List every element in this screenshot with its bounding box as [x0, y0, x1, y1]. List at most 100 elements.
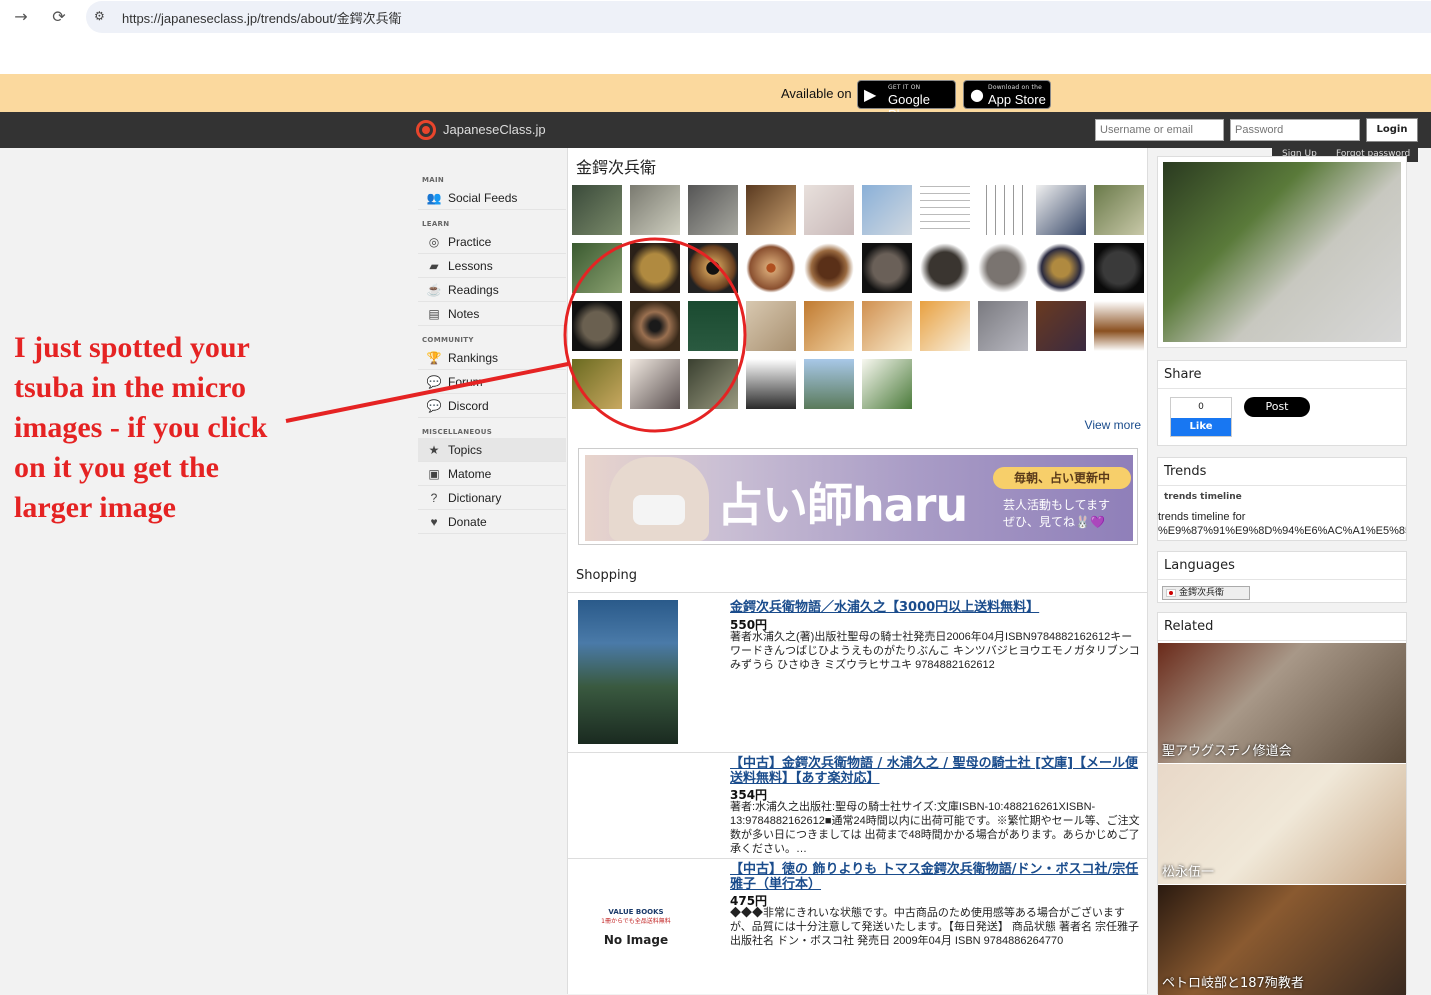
sidebar-head-misc: MISCELLANEOUS	[422, 428, 493, 436]
image-thumb[interactable]	[1094, 185, 1144, 235]
app-store-badge[interactable]: ● Download on the App Store	[963, 80, 1051, 109]
topic-hero-image[interactable]	[1163, 162, 1401, 342]
sidebar-item-forum[interactable]: 💬 Forum	[418, 370, 566, 394]
image-thumb[interactable]	[920, 185, 970, 235]
image-thumb[interactable]	[572, 359, 622, 409]
sidebar-item-topics[interactable]: ★ Topics	[418, 438, 566, 462]
shop-item-title[interactable]: 【中古】徳の 飾りよりも トマス金鍔次兵衛物語/ドン・ボスコ社/宗任雅子（単行本…	[730, 862, 1140, 892]
fb-like-count: 0	[1198, 402, 1204, 412]
image-thumb[interactable]	[862, 359, 912, 409]
image-thumb[interactable]	[978, 185, 1028, 235]
image-thumb[interactable]	[920, 301, 970, 351]
tsuba-thumb[interactable]	[688, 243, 738, 293]
no-image-placeholder[interactable]: VALUE BOOKS 1冊からでも全品送料無料 No Image	[596, 908, 676, 947]
topic-hero-image-frame	[1157, 156, 1407, 348]
shop-item: 【中古】金鍔次兵衛物語 / 水浦久之 / 聖母の騎士社 [文庫]【メール便送料無…	[568, 754, 1147, 858]
related-card[interactable]: ペトロ岐部と187殉教者	[1158, 885, 1406, 995]
book-icon: ▰	[429, 258, 439, 273]
tsuba-thumb[interactable]	[630, 301, 680, 351]
ad-mask-shape	[633, 495, 685, 525]
shop-item-title[interactable]: 金鍔次兵衛物語／水浦久之【3000円以上送料無料】	[730, 600, 1140, 615]
fb-like-button[interactable]: Like	[1171, 418, 1231, 436]
tsuba-thumb[interactable]	[978, 243, 1028, 293]
image-thumb[interactable]	[1036, 185, 1086, 235]
sidebar-item-label: Social Feeds	[448, 190, 518, 205]
sidebar-item-label: Dictionary	[448, 490, 502, 505]
app-store-small-text: Download on the	[988, 84, 1042, 91]
image-thumb[interactable]	[688, 301, 738, 351]
language-label: 金鍔次兵衛	[1179, 588, 1225, 598]
reload-icon[interactable]: ⟳	[48, 6, 70, 28]
sidebar-item-rankings[interactable]: 🏆 Rankings	[418, 346, 566, 370]
related-card-label: ペトロ岐部と187殉教者	[1162, 976, 1304, 991]
site-settings-icon[interactable]: ⚙	[94, 9, 110, 25]
target-icon: ◎	[428, 234, 440, 249]
image-thumb[interactable]	[572, 243, 622, 293]
tsuba-thumb[interactable]	[862, 243, 912, 293]
image-thumb[interactable]	[862, 185, 912, 235]
sidebar-item-label: Topics	[448, 442, 483, 457]
main-content: 金鍔次兵衛 View more 占い師haru 毎朝、占い更新中 芸人活動もして…	[567, 148, 1148, 994]
sidebar-item-dictionary[interactable]: ? Dictionary	[418, 486, 566, 510]
site-header: JapaneseClass.jp Login	[0, 112, 1431, 148]
trends-timeline-image-alt[interactable]: trends timeline for %E9%87%91%E9%8D%94%E…	[1158, 510, 1406, 538]
shopping-heading: Shopping	[576, 568, 638, 583]
shop-item-title[interactable]: 【中古】金鍔次兵衛物語 / 水浦久之 / 聖母の騎士社 [文庫]【メール便送料無…	[730, 756, 1140, 786]
x-post-button[interactable]: Post	[1244, 397, 1310, 417]
sidebar-item-notes[interactable]: ▤ Notes	[418, 302, 566, 326]
image-thumb[interactable]	[746, 359, 796, 409]
image-thumb[interactable]	[804, 185, 854, 235]
book-cover-image[interactable]	[578, 600, 678, 744]
image-thumb[interactable]	[630, 359, 680, 409]
image-thumb[interactable]	[746, 301, 796, 351]
ad-subtext: 芸人活動もしてます ぜひ、見てね🐰💜	[1003, 497, 1110, 531]
image-thumb[interactable]	[862, 301, 912, 351]
related-card[interactable]: 松永伍一	[1158, 764, 1406, 884]
view-more-link[interactable]: View more	[1085, 418, 1141, 432]
sidebar-item-practice[interactable]: ◎ Practice	[418, 230, 566, 254]
ad-banner[interactable]: 占い師haru 毎朝、占い更新中 芸人活動もしてます ぜひ、見てね🐰💜	[578, 448, 1138, 545]
tsuba-thumb[interactable]	[746, 243, 796, 293]
tsuba-thumb[interactable]	[920, 243, 970, 293]
google-play-badge[interactable]: ▶ GET IT ON Google Play	[857, 80, 956, 122]
login-button[interactable]: Login	[1366, 118, 1418, 142]
tsuba-thumb[interactable]	[572, 301, 622, 351]
available-on-label: Available on	[781, 86, 852, 101]
image-thumb[interactable]	[630, 185, 680, 235]
sidebar-item-readings[interactable]: ☕ Readings	[418, 278, 566, 302]
image-thumb[interactable]	[1094, 301, 1144, 351]
app-banner: Available on ▶ GET IT ON Google Play ● D…	[0, 74, 1431, 122]
newspaper-icon: ▣	[428, 466, 440, 481]
image-thumb[interactable]	[688, 185, 738, 235]
tsuba-thumb[interactable]	[1094, 243, 1144, 293]
image-thumb[interactable]	[746, 185, 796, 235]
address-bar[interactable]: ⚙ https://japaneseclass.jp/trends/about/…	[86, 1, 1431, 33]
related-card[interactable]: 聖アウグスチノ修道会	[1158, 643, 1406, 763]
tsuba-thumb[interactable]	[630, 243, 680, 293]
annotation-text: I just spotted your tsuba in the micro i…	[14, 331, 268, 524]
password-input[interactable]	[1230, 119, 1360, 141]
image-thumb[interactable]	[804, 301, 854, 351]
sidebar-item-donate[interactable]: ♥ Donate	[418, 510, 566, 534]
image-thumb[interactable]	[978, 301, 1028, 351]
shop-item-description: ◆◆◆非常にきれいな状態です。中古商品のため使用感等ある場合がございますが、品質…	[730, 907, 1140, 947]
sidebar-item-social-feeds[interactable]: 👥 Social Feeds	[418, 186, 566, 210]
languages-heading: Languages	[1158, 552, 1406, 580]
divider	[568, 752, 1147, 753]
note-icon: ▤	[428, 306, 440, 321]
tsuba-thumb[interactable]	[804, 243, 854, 293]
image-thumb[interactable]	[804, 359, 854, 409]
facebook-like-widget[interactable]: 0 Like	[1170, 397, 1232, 437]
language-japanese-link[interactable]: 金鍔次兵衛	[1162, 586, 1250, 600]
image-thumb[interactable]	[688, 359, 738, 409]
username-input[interactable]	[1095, 119, 1224, 141]
site-logo-text[interactable]: JapaneseClass.jp	[443, 122, 546, 137]
logo-icon[interactable]	[416, 120, 436, 140]
forward-arrow-icon[interactable]: →	[10, 6, 32, 28]
sidebar-item-matome[interactable]: ▣ Matome	[418, 462, 566, 486]
sidebar-item-lessons[interactable]: ▰ Lessons	[418, 254, 566, 278]
image-thumb[interactable]	[1036, 301, 1086, 351]
tsuba-thumb[interactable]	[1036, 243, 1086, 293]
sidebar-item-discord[interactable]: 💬 Discord	[418, 394, 566, 418]
image-thumb[interactable]	[572, 185, 622, 235]
